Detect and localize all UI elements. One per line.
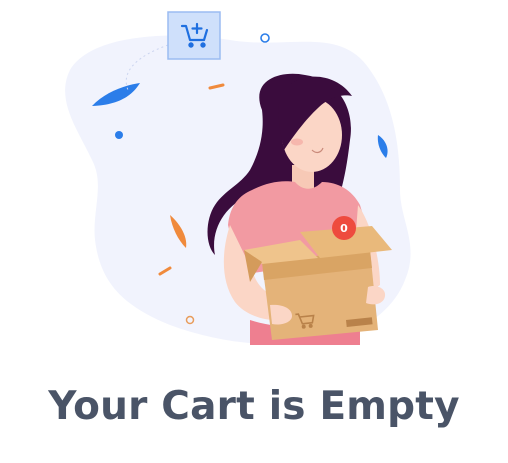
cart-count-badge: 0 bbox=[332, 216, 356, 240]
blue-dot-decoration bbox=[115, 131, 123, 139]
cheek bbox=[291, 138, 303, 146]
cart-icon-tile bbox=[167, 11, 221, 60]
empty-cart-title: Your Cart is Empty bbox=[48, 384, 460, 429]
ring-decoration bbox=[260, 33, 270, 43]
empty-cart-illustration: 0 bbox=[65, 11, 411, 345]
cart-count-text: 0 bbox=[340, 222, 348, 235]
